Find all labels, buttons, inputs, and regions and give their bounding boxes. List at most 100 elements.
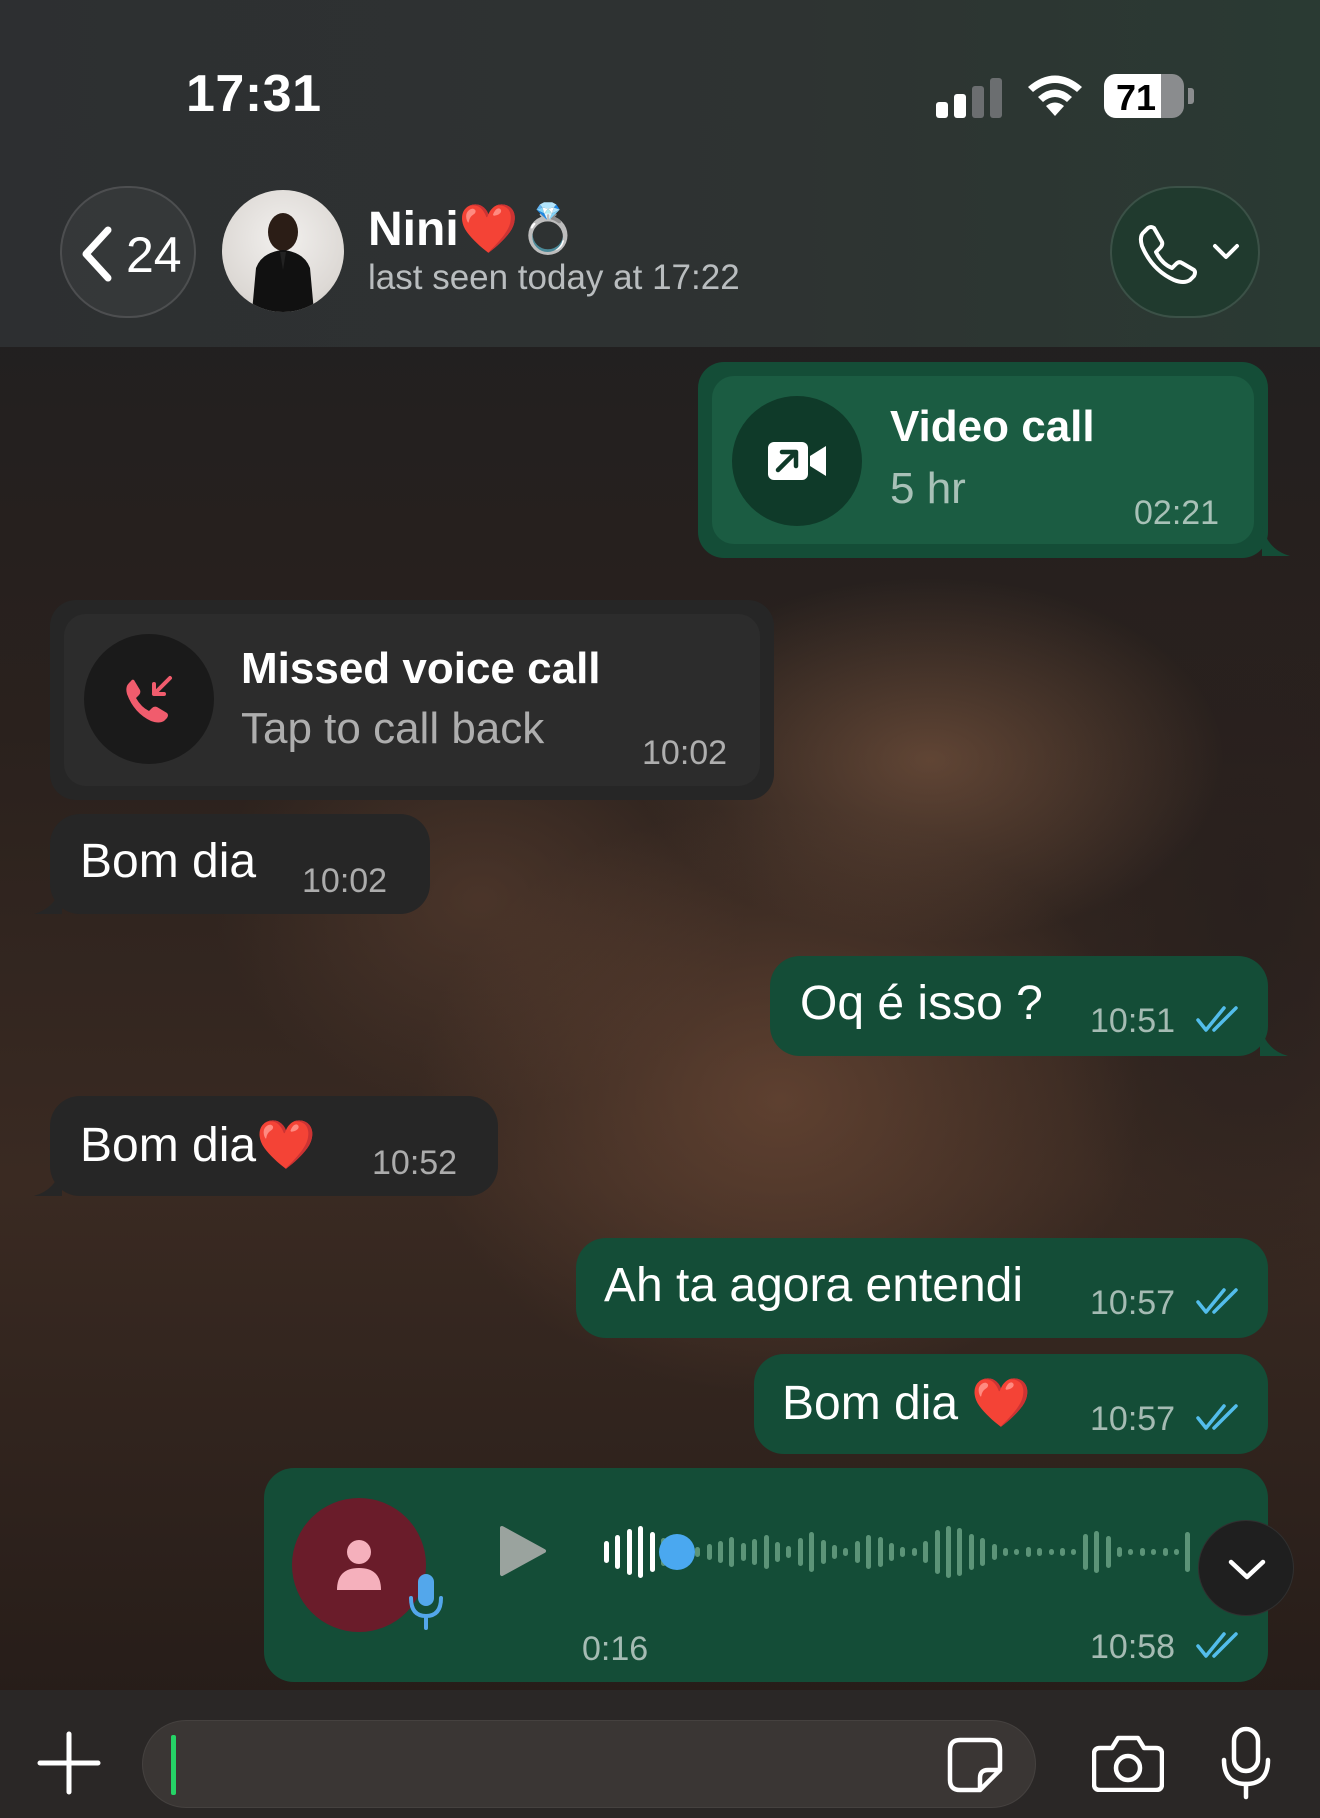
waveform-bar bbox=[900, 1547, 906, 1557]
double-check-icon bbox=[1196, 1404, 1238, 1430]
status-time: 17:31 bbox=[186, 65, 322, 123]
waveform-bar bbox=[1117, 1547, 1122, 1557]
waveform-bar bbox=[786, 1546, 792, 1558]
bubble-tail bbox=[34, 1166, 62, 1196]
waveform-bar bbox=[1071, 1549, 1077, 1555]
waveform-bar bbox=[1094, 1531, 1100, 1573]
waveform-bar bbox=[740, 1543, 746, 1561]
scroll-to-bottom-button[interactable] bbox=[1198, 1520, 1294, 1616]
video-call-title: Video call bbox=[890, 402, 1095, 451]
waveform-bar bbox=[775, 1542, 780, 1562]
waveform-bar bbox=[866, 1535, 872, 1569]
battery-indicator: 71 bbox=[1104, 74, 1184, 118]
missed-call-title: Missed voice call bbox=[241, 644, 601, 693]
message-time: 02:21 bbox=[1134, 494, 1220, 532]
battery-percent: 71 bbox=[1115, 77, 1157, 118]
contact-name-text: Nini bbox=[368, 203, 459, 256]
waveform-bar bbox=[820, 1540, 826, 1564]
waveform-bar bbox=[934, 1530, 940, 1574]
waveform-bar bbox=[832, 1545, 837, 1559]
video-call-duration: 5 hr bbox=[890, 464, 966, 513]
person-icon bbox=[337, 1540, 381, 1590]
waveform-bar bbox=[923, 1541, 929, 1563]
waveform-bar bbox=[1174, 1549, 1179, 1555]
contact-name-emojis: ❤️💍 bbox=[458, 201, 579, 257]
message-text: Ah ta agora entendi bbox=[604, 1259, 1023, 1312]
contact-name[interactable]: Nini❤️💍 bbox=[368, 200, 578, 257]
double-check-icon bbox=[1196, 1632, 1238, 1658]
waveform-bar bbox=[1014, 1549, 1020, 1555]
bubble-tail bbox=[1260, 1026, 1288, 1056]
waveform-bar bbox=[1162, 1548, 1168, 1556]
message-text: Bom dia ❤️ bbox=[782, 1377, 1032, 1430]
waveform-bar bbox=[1048, 1549, 1054, 1555]
chevron-left-icon bbox=[82, 226, 112, 282]
chevron-down-icon bbox=[1228, 1559, 1266, 1580]
last-seen-status: last seen today at 17:22 bbox=[368, 258, 740, 297]
back-button[interactable]: 24 bbox=[60, 186, 196, 318]
play-button[interactable] bbox=[496, 1524, 548, 1578]
waveform-bar bbox=[911, 1548, 917, 1556]
waveform-bar bbox=[1128, 1549, 1134, 1555]
video-call-icon-circle bbox=[732, 396, 862, 526]
wifi-icon bbox=[1028, 75, 1082, 116]
video-call-icon bbox=[768, 442, 826, 480]
battery-tip bbox=[1188, 88, 1194, 104]
waveform-bar bbox=[1025, 1547, 1031, 1557]
waveform-bar bbox=[991, 1544, 997, 1560]
waveform-bar bbox=[854, 1541, 860, 1563]
waveform-bar bbox=[1185, 1532, 1191, 1572]
waveform-bar bbox=[946, 1526, 951, 1578]
waveform-bar bbox=[706, 1544, 712, 1560]
double-check-icon bbox=[1196, 1006, 1238, 1032]
cellular-signal-icon bbox=[936, 76, 1002, 118]
waveform-bar bbox=[718, 1541, 723, 1563]
chevron-down-icon bbox=[1213, 244, 1239, 259]
waveform-bar bbox=[1060, 1548, 1065, 1556]
missed-call-icon-circle bbox=[84, 634, 214, 764]
call-button[interactable] bbox=[1110, 186, 1260, 318]
waveform-bar bbox=[695, 1547, 701, 1557]
waveform-bar bbox=[649, 1532, 655, 1572]
message-input[interactable] bbox=[142, 1720, 1036, 1808]
person-photo bbox=[252, 213, 314, 312]
waveform-bar bbox=[877, 1537, 883, 1567]
waveform-bar bbox=[843, 1548, 849, 1556]
microphone-icon[interactable] bbox=[1218, 1726, 1274, 1800]
text-caret bbox=[171, 1735, 176, 1795]
waveform-bar bbox=[968, 1534, 974, 1570]
waveform-bar bbox=[729, 1537, 735, 1567]
waveform-bar bbox=[763, 1535, 769, 1569]
waveform-bar bbox=[752, 1539, 758, 1565]
message-time: 10:58 bbox=[1090, 1628, 1176, 1666]
bubble-tail bbox=[1262, 526, 1290, 556]
missed-call-subtitle: Tap to call back bbox=[241, 704, 545, 753]
message-time: 10:51 bbox=[1090, 1002, 1176, 1040]
waveform-bar bbox=[638, 1526, 644, 1578]
voice-waveform[interactable] bbox=[604, 1512, 1214, 1592]
waveform-bar bbox=[1105, 1536, 1111, 1568]
waveform-bar bbox=[1037, 1548, 1043, 1556]
missed-call-icon bbox=[126, 676, 172, 723]
waveform-bar bbox=[615, 1535, 621, 1569]
message-time: 10:02 bbox=[302, 862, 388, 900]
message-text: Bom dia bbox=[80, 835, 257, 888]
message-time: 10:57 bbox=[1090, 1284, 1176, 1322]
waveform-bar bbox=[797, 1538, 803, 1566]
message-text: Bom dia❤️ bbox=[80, 1119, 316, 1172]
waveform-bar bbox=[889, 1543, 894, 1561]
waveform-bar bbox=[1151, 1549, 1157, 1555]
waveform-bar bbox=[1082, 1534, 1088, 1570]
message-text: Oq é isso ? bbox=[800, 977, 1043, 1030]
message-time: 10:57 bbox=[1090, 1400, 1176, 1438]
plus-icon[interactable] bbox=[36, 1730, 102, 1796]
message-time: 10:52 bbox=[372, 1144, 458, 1182]
waveform-bar bbox=[809, 1532, 815, 1572]
voice-duration: 0:16 bbox=[582, 1630, 649, 1668]
camera-icon[interactable] bbox=[1092, 1734, 1164, 1792]
sticker-icon[interactable] bbox=[946, 1736, 1004, 1794]
waveform-bar bbox=[1003, 1548, 1008, 1556]
contact-avatar[interactable] bbox=[222, 190, 344, 312]
double-check-icon bbox=[1196, 1288, 1238, 1314]
waveform-playhead[interactable] bbox=[659, 1534, 695, 1570]
